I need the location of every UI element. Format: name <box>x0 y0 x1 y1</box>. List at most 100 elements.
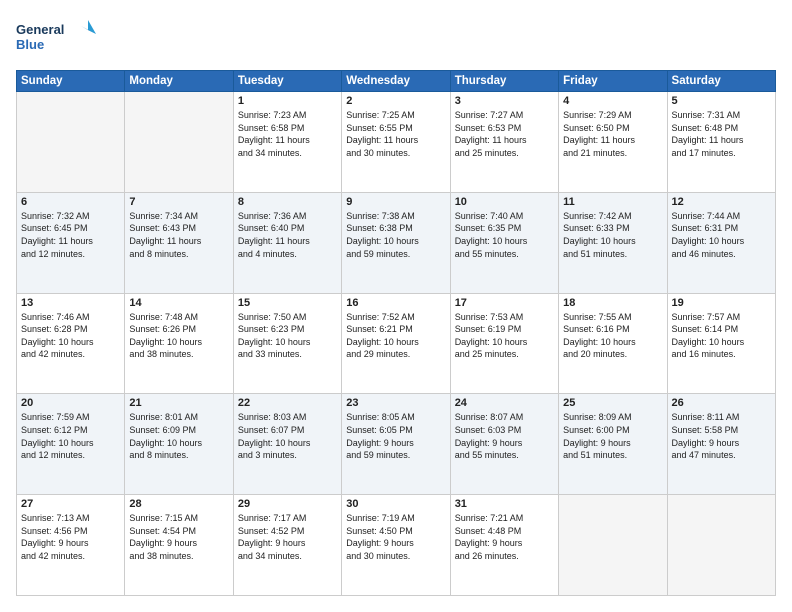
day-number: 29 <box>238 498 337 510</box>
day-number: 14 <box>129 297 228 309</box>
day-number: 12 <box>672 196 771 208</box>
day-number: 2 <box>346 95 445 107</box>
day-number: 13 <box>21 297 120 309</box>
week-row-2: 6 Sunrise: 7:32 AMSunset: 6:45 PMDaylight… <box>17 192 776 293</box>
header-sunday: Sunday <box>17 71 125 92</box>
day-number: 17 <box>455 297 554 309</box>
day-info: Sunrise: 7:17 AMSunset: 4:52 PMDaylight:… <box>238 512 337 562</box>
day-number: 3 <box>455 95 554 107</box>
week-row-3: 13 Sunrise: 7:46 AMSunset: 6:28 PMDayligh… <box>17 293 776 394</box>
day-cell: 27 Sunrise: 7:13 AMSunset: 4:56 PMDayligh… <box>17 495 125 596</box>
day-cell: 17 Sunrise: 7:53 AMSunset: 6:19 PMDayligh… <box>450 293 558 394</box>
day-cell: 25Sunrise: 8:09 AMSunset: 6:00 PMDayligh… <box>559 394 667 495</box>
day-number: 4 <box>563 95 662 107</box>
day-number: 11 <box>563 196 662 208</box>
day-info: Sunrise: 7:25 AMSunset: 6:55 PMDaylight:… <box>346 109 445 159</box>
day-info: Sunrise: 7:15 AMSunset: 4:54 PMDaylight:… <box>129 512 228 562</box>
day-info: Sunrise: 7:46 AMSunset: 6:28 PMDaylight:… <box>21 311 120 361</box>
day-number: 28 <box>129 498 228 510</box>
day-info: Sunrise: 7:57 AMSunset: 6:14 PMDaylight:… <box>672 311 771 361</box>
day-info: Sunrise: 7:48 AMSunset: 6:26 PMDaylight:… <box>129 311 228 361</box>
day-info: Sunrise: 8:11 AMSunset: 5:58 PMDaylight:… <box>672 411 771 461</box>
day-info: Sunrise: 8:03 AMSunset: 6:07 PMDaylight:… <box>238 411 337 461</box>
week-row-4: 20Sunrise: 7:59 AMSunset: 6:12 PMDayligh… <box>17 394 776 495</box>
day-cell: 29 Sunrise: 7:17 AMSunset: 4:52 PMDayligh… <box>233 495 341 596</box>
day-cell: 10Sunrise: 7:40 AMSunset: 6:35 PMDayligh… <box>450 192 558 293</box>
day-number: 8 <box>238 196 337 208</box>
week-row-5: 27 Sunrise: 7:13 AMSunset: 4:56 PMDayligh… <box>17 495 776 596</box>
header-tuesday: Tuesday <box>233 71 341 92</box>
day-cell: 20Sunrise: 7:59 AMSunset: 6:12 PMDayligh… <box>17 394 125 495</box>
logo: General Blue <box>16 16 96 60</box>
header-saturday: Saturday <box>667 71 775 92</box>
svg-text:General: General <box>16 22 64 37</box>
day-info: Sunrise: 7:52 AMSunset: 6:21 PMDaylight:… <box>346 311 445 361</box>
day-number: 5 <box>672 95 771 107</box>
day-info: Sunrise: 7:29 AMSunset: 6:50 PMDaylight:… <box>563 109 662 159</box>
week-row-1: 1Sunrise: 7:23 AMSunset: 6:58 PMDaylight… <box>17 92 776 193</box>
day-info: Sunrise: 7:59 AMSunset: 6:12 PMDaylight:… <box>21 411 120 461</box>
day-number: 21 <box>129 397 228 409</box>
day-cell: 13 Sunrise: 7:46 AMSunset: 6:28 PMDayligh… <box>17 293 125 394</box>
day-cell: 6 Sunrise: 7:32 AMSunset: 6:45 PMDaylight… <box>17 192 125 293</box>
day-cell: 23 Sunrise: 8:05 AMSunset: 6:05 PMDayligh… <box>342 394 450 495</box>
day-cell: 12 Sunrise: 7:44 AMSunset: 6:31 PMDayligh… <box>667 192 775 293</box>
day-cell: 31Sunrise: 7:21 AMSunset: 4:48 PMDayligh… <box>450 495 558 596</box>
day-number: 31 <box>455 498 554 510</box>
day-cell: 15 Sunrise: 7:50 AMSunset: 6:23 PMDayligh… <box>233 293 341 394</box>
day-info: Sunrise: 7:27 AMSunset: 6:53 PMDaylight:… <box>455 109 554 159</box>
calendar-header-row: SundayMondayTuesdayWednesdayThursdayFrid… <box>17 71 776 92</box>
day-info: Sunrise: 7:53 AMSunset: 6:19 PMDaylight:… <box>455 311 554 361</box>
day-info: Sunrise: 7:34 AMSunset: 6:43 PMDaylight:… <box>129 210 228 260</box>
day-number: 30 <box>346 498 445 510</box>
day-cell: 3 Sunrise: 7:27 AMSunset: 6:53 PMDaylight… <box>450 92 558 193</box>
day-number: 15 <box>238 297 337 309</box>
day-cell: 2 Sunrise: 7:25 AMSunset: 6:55 PMDaylight… <box>342 92 450 193</box>
day-info: Sunrise: 7:42 AMSunset: 6:33 PMDaylight:… <box>563 210 662 260</box>
day-info: Sunrise: 7:38 AMSunset: 6:38 PMDaylight:… <box>346 210 445 260</box>
day-number: 19 <box>672 297 771 309</box>
day-cell: 14 Sunrise: 7:48 AMSunset: 6:26 PMDayligh… <box>125 293 233 394</box>
day-info: Sunrise: 7:31 AMSunset: 6:48 PMDaylight:… <box>672 109 771 159</box>
day-number: 7 <box>129 196 228 208</box>
day-cell: 21 Sunrise: 8:01 AMSunset: 6:09 PMDayligh… <box>125 394 233 495</box>
day-cell: 30Sunrise: 7:19 AMSunset: 4:50 PMDayligh… <box>342 495 450 596</box>
day-cell: 22Sunrise: 8:03 AMSunset: 6:07 PMDayligh… <box>233 394 341 495</box>
day-cell: 11 Sunrise: 7:42 AMSunset: 6:33 PMDayligh… <box>559 192 667 293</box>
day-number: 27 <box>21 498 120 510</box>
day-number: 23 <box>346 397 445 409</box>
day-info: Sunrise: 7:55 AMSunset: 6:16 PMDaylight:… <box>563 311 662 361</box>
day-cell: 18 Sunrise: 7:55 AMSunset: 6:16 PMDayligh… <box>559 293 667 394</box>
day-info: Sunrise: 8:09 AMSunset: 6:00 PMDaylight:… <box>563 411 662 461</box>
day-cell: 5 Sunrise: 7:31 AMSunset: 6:48 PMDaylight… <box>667 92 775 193</box>
day-cell <box>17 92 125 193</box>
calendar: SundayMondayTuesdayWednesdayThursdayFrid… <box>16 70 776 596</box>
day-cell: 28 Sunrise: 7:15 AMSunset: 4:54 PMDayligh… <box>125 495 233 596</box>
day-cell <box>125 92 233 193</box>
day-number: 9 <box>346 196 445 208</box>
header: General Blue <box>16 16 776 60</box>
header-monday: Monday <box>125 71 233 92</box>
day-info: Sunrise: 7:32 AMSunset: 6:45 PMDaylight:… <box>21 210 120 260</box>
svg-text:Blue: Blue <box>16 37 44 52</box>
day-info: Sunrise: 7:36 AMSunset: 6:40 PMDaylight:… <box>238 210 337 260</box>
day-cell: 1Sunrise: 7:23 AMSunset: 6:58 PMDaylight… <box>233 92 341 193</box>
day-number: 18 <box>563 297 662 309</box>
day-number: 16 <box>346 297 445 309</box>
day-cell: 4 Sunrise: 7:29 AMSunset: 6:50 PMDaylight… <box>559 92 667 193</box>
day-cell: 7 Sunrise: 7:34 AMSunset: 6:43 PMDaylight… <box>125 192 233 293</box>
day-info: Sunrise: 7:50 AMSunset: 6:23 PMDaylight:… <box>238 311 337 361</box>
day-cell: 16 Sunrise: 7:52 AMSunset: 6:21 PMDayligh… <box>342 293 450 394</box>
day-info: Sunrise: 7:13 AMSunset: 4:56 PMDaylight:… <box>21 512 120 562</box>
logo-svg: General Blue <box>16 16 96 60</box>
header-thursday: Thursday <box>450 71 558 92</box>
day-info: Sunrise: 8:05 AMSunset: 6:05 PMDaylight:… <box>346 411 445 461</box>
day-number: 6 <box>21 196 120 208</box>
day-cell: 8 Sunrise: 7:36 AMSunset: 6:40 PMDaylight… <box>233 192 341 293</box>
day-info: Sunrise: 7:23 AMSunset: 6:58 PMDaylight:… <box>238 109 337 159</box>
day-cell <box>559 495 667 596</box>
day-info: Sunrise: 8:01 AMSunset: 6:09 PMDaylight:… <box>129 411 228 461</box>
day-info: Sunrise: 7:44 AMSunset: 6:31 PMDaylight:… <box>672 210 771 260</box>
day-cell: 19 Sunrise: 7:57 AMSunset: 6:14 PMDayligh… <box>667 293 775 394</box>
day-cell: 26Sunrise: 8:11 AMSunset: 5:58 PMDayligh… <box>667 394 775 495</box>
